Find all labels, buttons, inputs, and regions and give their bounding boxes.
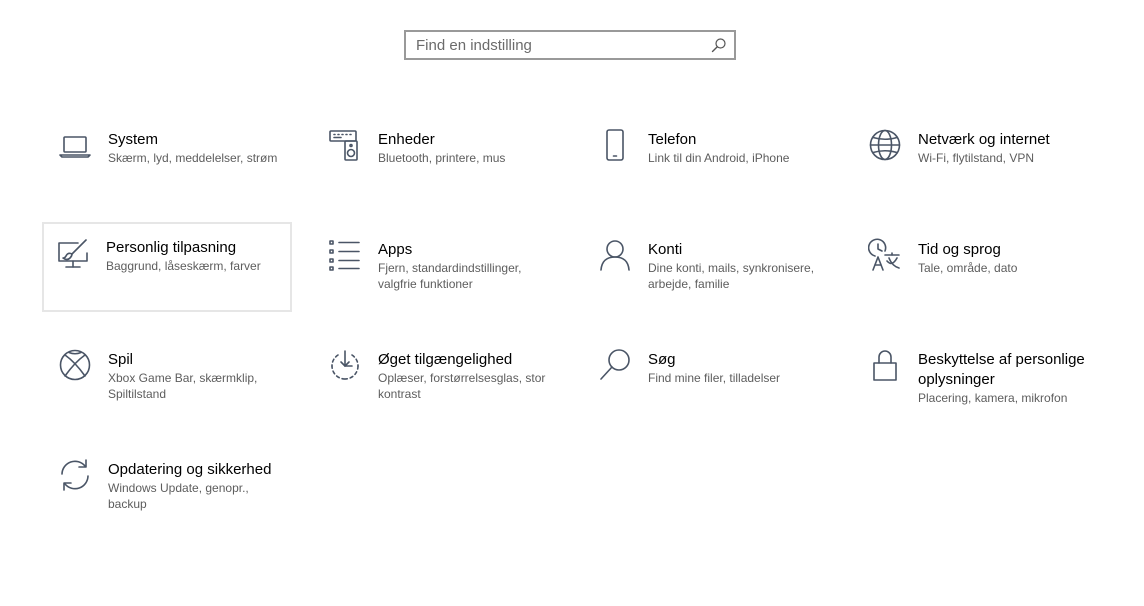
category-description: Tale, område, dato <box>918 261 1018 275</box>
globe-icon <box>868 128 902 162</box>
category-description: Skærm, lyd, meddelelser, strøm <box>108 151 278 165</box>
category-description: Xbox Game Bar, skærmklip, Spiltilstand <box>108 371 258 401</box>
paintbrush-monitor-icon <box>56 238 90 272</box>
category-description: Find mine filer, tilladelser <box>648 371 781 385</box>
category-title: Tid og sprog <box>918 241 1001 258</box>
category-privacy[interactable]: Beskyttelse af personlige oplysninger Pl… <box>854 344 1094 434</box>
category-description: Baggrund, låseskærm, farver <box>106 259 261 273</box>
category-phone[interactable]: Telefon Link til din Android, iPhone <box>584 124 834 214</box>
list-icon <box>328 238 362 272</box>
category-title: Konti <box>648 241 683 258</box>
category-description: Wi-Fi, flytilstand, VPN <box>918 151 1035 165</box>
category-system[interactable]: System Skærm, lyd, meddelelser, strøm <box>44 124 294 214</box>
clock-language-icon <box>868 238 902 272</box>
category-title: Telefon <box>648 131 697 148</box>
category-title: Opdatering og sikkerhed <box>108 461 272 478</box>
category-ease-of-access[interactable]: Øget tilgængelighed Oplæser, forstørrels… <box>314 344 564 434</box>
category-description: Fjern, standardindstillinger, valgfrie f… <box>378 261 522 291</box>
category-title: System <box>108 131 159 148</box>
category-title: Netværk og internet <box>918 131 1050 148</box>
search-box[interactable] <box>404 30 736 60</box>
search-icon[interactable] <box>711 37 727 53</box>
category-description: Link til din Android, iPhone <box>648 151 790 165</box>
category-personalization[interactable]: Personlig tilpasning Baggrund, låseskærm… <box>42 222 292 312</box>
category-title: Beskyttelse af personlige oplysninger <box>918 351 1085 388</box>
category-title: Øget tilgængelighed <box>378 351 513 368</box>
magnifier-icon <box>598 348 632 382</box>
category-description: Dine konti, mails, synkronisere, arbejde… <box>648 261 815 291</box>
category-time-language[interactable]: Tid og sprog Tale, område, dato <box>854 234 1104 324</box>
category-description: Bluetooth, printere, mus <box>378 151 506 165</box>
category-title: Enheder <box>378 131 435 148</box>
category-title: Personlig tilpasning <box>106 239 237 256</box>
category-description: Placering, kamera, mikrofon <box>918 391 1068 405</box>
xbox-icon <box>58 348 92 382</box>
sync-icon <box>58 458 92 492</box>
person-icon <box>598 238 632 272</box>
phone-icon <box>598 128 632 162</box>
settings-home: System Skærm, lyd, meddelelser, strøm En… <box>0 0 1144 606</box>
lock-icon <box>868 348 902 382</box>
category-title: Spil <box>108 351 134 368</box>
laptop-icon <box>58 128 92 162</box>
category-update[interactable]: Opdatering og sikkerhed Windows Update, … <box>44 454 294 544</box>
ease-of-access-icon <box>328 348 362 382</box>
category-title: Apps <box>378 241 413 258</box>
category-gaming[interactable]: Spil Xbox Game Bar, skærmklip, Spiltilst… <box>44 344 294 434</box>
category-apps[interactable]: Apps Fjern, standardindstillinger, valgf… <box>314 234 564 324</box>
category-description: Windows Update, genopr., backup <box>108 481 249 511</box>
category-search[interactable]: Søg Find mine filer, tilladelser <box>584 344 834 434</box>
category-title: Søg <box>648 351 676 368</box>
keyboard-speaker-icon <box>328 128 362 162</box>
category-devices[interactable]: Enheder Bluetooth, printere, mus <box>314 124 564 214</box>
category-description: Oplæser, forstørrelsesglas, stor kontras… <box>378 371 546 401</box>
category-network[interactable]: Netværk og internet Wi-Fi, flytilstand, … <box>854 124 1104 214</box>
search-input[interactable] <box>406 32 734 58</box>
category-accounts[interactable]: Konti Dine konti, mails, synkronisere, a… <box>584 234 834 324</box>
